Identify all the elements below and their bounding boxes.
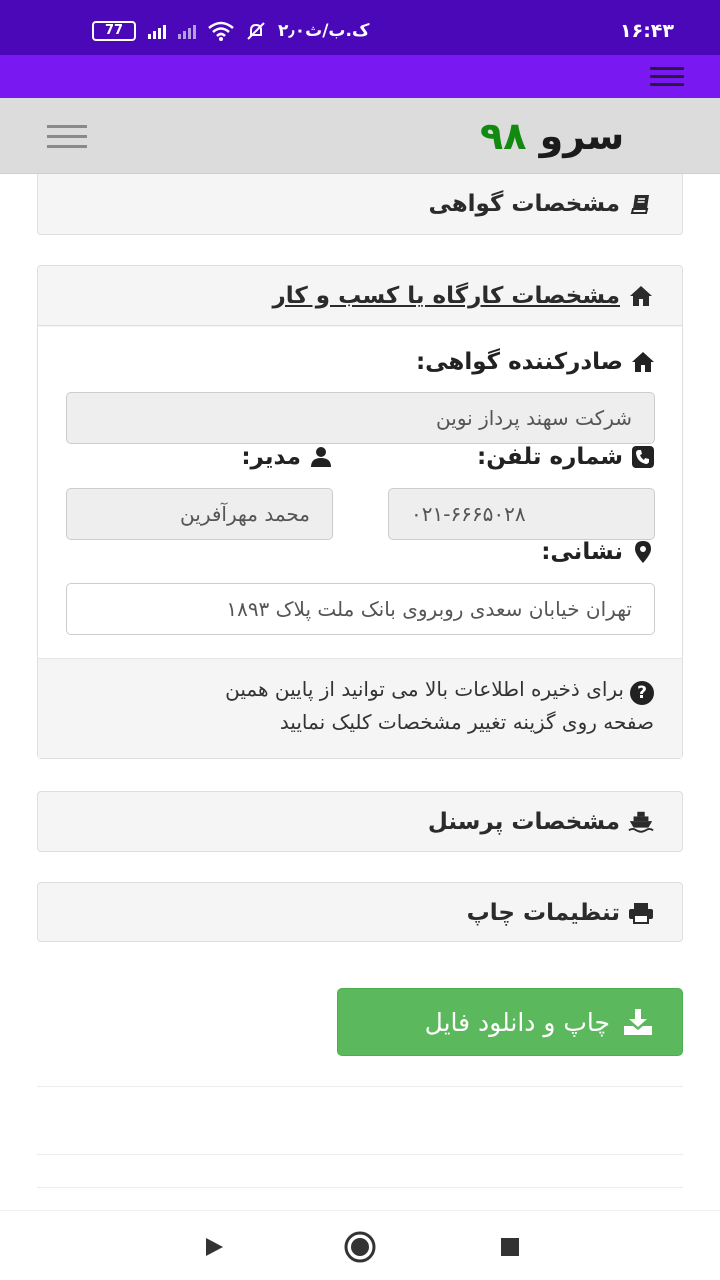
muted-bell-icon bbox=[247, 22, 265, 40]
status-bar: 77 ۲٫۰ک.ب/ث ۱۶:۴۳ bbox=[0, 0, 720, 55]
back-button[interactable] bbox=[198, 1231, 230, 1263]
issuer-field[interactable]: شرکت سهند پرداز نوین bbox=[66, 392, 655, 444]
battery-icon: 77 bbox=[92, 21, 136, 41]
logo-number: ۹۸ bbox=[480, 114, 527, 158]
print-icon bbox=[628, 900, 654, 926]
logo[interactable]: سرو ۹۸ bbox=[480, 114, 624, 158]
logo-word: سرو bbox=[539, 114, 625, 158]
question-circle-icon: ? bbox=[630, 681, 654, 705]
issuer-label-text: صادرکننده گواهی: bbox=[415, 349, 623, 375]
phone-label-text: شماره تلفن: bbox=[477, 444, 623, 470]
address-label-text: نشانی: bbox=[541, 539, 623, 565]
print-download-button[interactable]: چاپ و دانلود فایل bbox=[337, 988, 683, 1056]
divider bbox=[37, 1086, 683, 1087]
address-field[interactable]: تهران خیابان سعدی روبروی بانک ملت پلاک ۱… bbox=[66, 583, 655, 635]
manager-label-text: مدیر: bbox=[241, 444, 301, 470]
menu-icon[interactable] bbox=[650, 67, 684, 91]
top-nav-bar bbox=[0, 55, 720, 98]
wifi-icon bbox=[208, 21, 234, 41]
map-marker-icon bbox=[631, 540, 655, 564]
certificate-panel-header[interactable]: مشخصات گواهی bbox=[38, 174, 682, 234]
signal-2-icon bbox=[178, 23, 196, 39]
status-icons: 77 ۲٫۰ک.ب/ث bbox=[92, 18, 369, 44]
help-note: ?برای ذخیره اطلاعات بالا می توانید از پا… bbox=[38, 658, 682, 758]
manager-field[interactable]: محمد مهرآفرین bbox=[66, 488, 333, 540]
home-icon bbox=[631, 350, 655, 374]
hamburger-menu-icon[interactable] bbox=[47, 125, 87, 155]
clock: ۱۶:۴۳ bbox=[620, 20, 674, 42]
print-settings-panel-header[interactable]: تنظیمات چاپ bbox=[38, 883, 682, 943]
user-icon bbox=[309, 445, 333, 469]
workplace-panel-title[interactable]: مشخصات کارگاه یا کسب و کار bbox=[273, 283, 620, 309]
phone-icon bbox=[631, 445, 655, 469]
print-settings-panel[interactable]: تنظیمات چاپ bbox=[37, 882, 683, 942]
certificate-panel[interactable]: مشخصات گواهی bbox=[37, 174, 683, 235]
personnel-panel-title: مشخصات پرسنل bbox=[427, 809, 620, 835]
personnel-panel-header[interactable]: مشخصات پرسنل bbox=[38, 792, 682, 852]
divider bbox=[37, 1187, 683, 1188]
workplace-panel: مشخصات کارگاه یا کسب و کار صادرکننده گوا… bbox=[37, 265, 683, 759]
download-icon bbox=[622, 1006, 654, 1038]
help-line-1: برای ذخیره اطلاعات بالا می توانید از پای… bbox=[225, 677, 624, 701]
print-settings-panel-title: تنظیمات چاپ bbox=[466, 900, 620, 926]
recents-button[interactable] bbox=[494, 1231, 526, 1263]
network-speed: ۲٫۰ک.ب/ث bbox=[278, 21, 370, 41]
personnel-panel[interactable]: مشخصات پرسنل bbox=[37, 791, 683, 852]
certificate-panel-title: مشخصات گواهی bbox=[428, 191, 620, 217]
ship-icon bbox=[628, 809, 654, 835]
app-header: سرو ۹۸ bbox=[0, 98, 720, 174]
system-nav-bar bbox=[0, 1210, 720, 1280]
signal-icon bbox=[148, 23, 166, 39]
print-download-button-label: چاپ و دانلود فایل bbox=[424, 1007, 610, 1037]
address-label: نشانی: bbox=[541, 539, 655, 565]
manager-label: مدیر: bbox=[241, 444, 333, 470]
help-line-2: صفحه روی گزینه تغییر مشخصات کلیک نمایید bbox=[279, 710, 654, 734]
issuer-label: صادرکننده گواهی: bbox=[416, 349, 655, 375]
phone-field[interactable]: ۰۲۱-۶۶۶۵۰۲۸ bbox=[388, 488, 655, 540]
divider bbox=[37, 1154, 683, 1155]
home-icon bbox=[628, 283, 654, 309]
book-icon bbox=[628, 191, 654, 217]
phone-label: شماره تلفن: bbox=[477, 444, 655, 470]
home-button[interactable] bbox=[344, 1231, 376, 1263]
workplace-panel-header[interactable]: مشخصات کارگاه یا کسب و کار bbox=[38, 266, 682, 326]
workplace-form: صادرکننده گواهی: شرکت سهند پرداز نوین شم… bbox=[38, 327, 682, 658]
